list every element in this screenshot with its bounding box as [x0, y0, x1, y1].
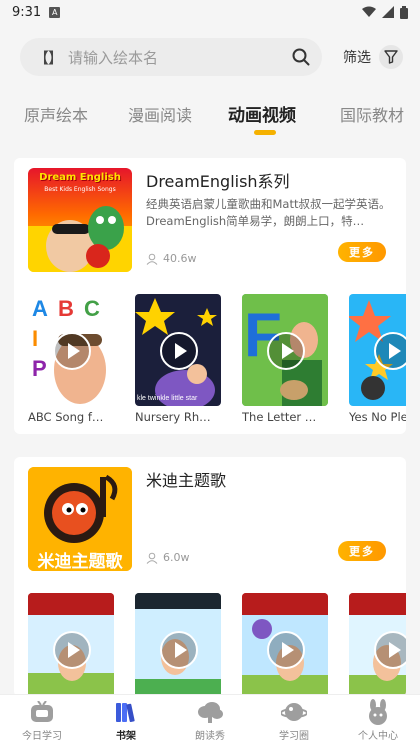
tab-animated-videos[interactable]: 动画视频: [228, 101, 296, 126]
view-count-value: 6.0w: [163, 551, 190, 564]
video-item[interactable]: Yes No Ple…: [349, 294, 406, 424]
cover-title-text: 米迪主题歌: [37, 552, 123, 571]
series-title[interactable]: DreamEnglish系列: [146, 168, 290, 192]
nav-bookshelf[interactable]: 书架: [96, 699, 156, 742]
nav-label: 今日学习: [22, 731, 62, 742]
tab-comic-reading[interactable]: 漫画阅读: [128, 102, 192, 126]
search-bracket: 【】: [34, 48, 63, 67]
more-button[interactable]: 更多: [338, 242, 386, 262]
svg-text:A: A: [32, 296, 48, 321]
video-thumbnail[interactable]: [135, 593, 221, 697]
nav-profile[interactable]: 个人中心: [348, 699, 408, 742]
play-icon[interactable]: [374, 332, 406, 370]
funnel-icon: [384, 50, 398, 64]
cover-artwork: [28, 206, 132, 272]
video-thumbnail[interactable]: F: [242, 294, 328, 406]
video-thumbnail[interactable]: [28, 593, 114, 697]
bottom-navigation: 今日学习 书架 朗读秀 学习圈 个人中心: [0, 694, 420, 746]
video-item[interactable]: F The Letter …: [242, 294, 328, 424]
tab-original-picture-books[interactable]: 原声绘本: [24, 102, 88, 126]
nav-today-learning[interactable]: 今日学习: [12, 699, 72, 742]
view-count: 6.0w: [146, 551, 190, 564]
active-tab-indicator: [254, 130, 276, 135]
video-item[interactable]: kle twinkle little star Nursery Rh…: [135, 294, 221, 424]
video-row: [14, 593, 406, 697]
svg-text:B: B: [58, 296, 74, 321]
status-time: 9:31: [12, 4, 42, 20]
svg-text:C: C: [84, 296, 100, 321]
video-thumbnail[interactable]: kle twinkle little star: [135, 294, 221, 406]
video-title[interactable]: The Letter …: [242, 410, 328, 424]
filter-button[interactable]: [379, 45, 403, 69]
video-thumbnail[interactable]: [349, 593, 406, 697]
video-title[interactable]: Yes No Ple…: [349, 410, 406, 424]
video-thumbnail[interactable]: A B C I P: [28, 294, 114, 406]
nav-reading-show[interactable]: 朗读秀: [180, 699, 240, 742]
cover-title-text: Dream English: [39, 172, 121, 183]
person-icon: [146, 253, 158, 265]
category-tabs: 原声绘本 漫画阅读 动画视频 国际教材: [0, 98, 420, 138]
nav-label: 个人中心: [358, 731, 398, 742]
series-cover-image[interactable]: 米迪主题歌: [28, 467, 132, 571]
cloud-icon: [197, 699, 223, 725]
series-description: 经典英语启蒙儿童歌曲和Matt叔叔一起学英语。DreamEnglish简单易学，…: [146, 197, 391, 228]
svg-text:P: P: [32, 356, 47, 381]
more-button[interactable]: 更多: [338, 541, 386, 561]
series-description: [146, 495, 392, 529]
video-item[interactable]: [28, 593, 114, 697]
nav-label: 朗读秀: [195, 731, 225, 742]
signal-icon: [382, 6, 394, 18]
video-item[interactable]: [349, 593, 406, 697]
play-icon[interactable]: [267, 332, 305, 370]
video-title[interactable]: Nursery Rh…: [135, 410, 221, 424]
tab-international-textbooks[interactable]: 国际教材: [340, 102, 404, 126]
notification-a-icon: A: [49, 6, 61, 18]
nav-label: 学习圈: [279, 731, 309, 742]
cover-subtitle-text: Best Kids English Songs: [44, 186, 116, 193]
person-icon: [146, 552, 158, 564]
view-count-value: 40.6w: [163, 252, 197, 265]
video-thumbnail[interactable]: [242, 593, 328, 697]
series-title[interactable]: 米迪主题歌: [146, 467, 226, 491]
play-icon[interactable]: [374, 631, 406, 669]
tv-icon: [29, 699, 55, 725]
view-count: 40.6w: [146, 252, 197, 265]
status-bar: 9:31 A: [0, 0, 420, 24]
play-icon[interactable]: [53, 631, 91, 669]
play-icon[interactable]: [160, 631, 198, 669]
search-placeholder: 请输入绘本名: [68, 48, 159, 67]
battery-icon: [400, 5, 408, 19]
search-icon[interactable]: [292, 48, 310, 66]
search-input[interactable]: 【】 请输入绘本名: [20, 38, 322, 76]
series-cover-image[interactable]: Dream English Best Kids English Songs: [28, 168, 132, 272]
video-title[interactable]: ABC Song f…: [28, 410, 114, 424]
planet-icon: [281, 699, 307, 725]
play-icon[interactable]: [160, 332, 198, 370]
video-item[interactable]: [242, 593, 328, 697]
filter-label[interactable]: 筛选: [343, 47, 371, 67]
play-icon[interactable]: [267, 631, 305, 669]
bunny-icon: [365, 699, 391, 725]
video-thumbnail[interactable]: [349, 294, 406, 406]
wifi-icon: [362, 6, 376, 17]
svg-text:I: I: [32, 326, 38, 351]
books-icon: [113, 699, 139, 725]
video-item[interactable]: [135, 593, 221, 697]
series-card-midi[interactable]: 米迪主题歌 米迪主题歌 6.0w 更多: [14, 457, 406, 697]
nav-label: 书架: [116, 731, 136, 742]
video-row: A B C I P ABC Song f… kle twinkle little…: [14, 294, 406, 434]
svg-text:kle twinkle little star: kle twinkle little star: [137, 395, 198, 402]
nav-study-circle[interactable]: 学习圈: [264, 699, 324, 742]
search-row: 【】 请输入绘本名 筛选: [20, 38, 410, 76]
video-item[interactable]: A B C I P ABC Song f…: [28, 294, 114, 424]
play-icon[interactable]: [53, 332, 91, 370]
series-card-dreamenglish[interactable]: Dream English Best Kids English Songs Dr…: [14, 158, 406, 434]
